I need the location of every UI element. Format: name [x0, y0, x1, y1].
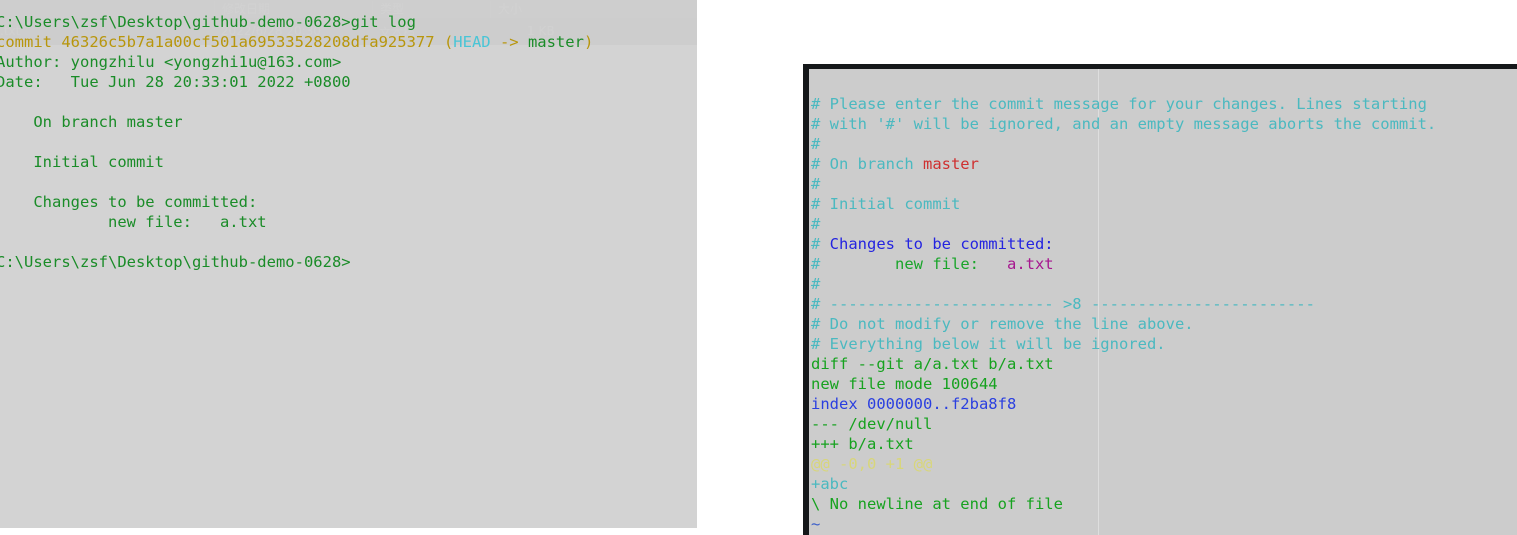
- console-output: C:\Users\zsf\Desktop\github-demo-0628>gi…: [0, 12, 716, 272]
- vim-line-diff-minus-devnull: --- /dev/null: [811, 414, 1517, 434]
- text-segment: ->: [490, 33, 528, 51]
- vim-line-diff-plus-batxt: +++ b/a.txt: [811, 434, 1517, 454]
- text-segment: a.txt: [1006, 255, 1054, 273]
- vim-line-cmt-on-branch: # On branch master: [811, 154, 1517, 174]
- text-segment: # with '#' will be ignored, and an empty…: [811, 115, 1437, 133]
- text-segment: # On branch: [811, 155, 923, 173]
- text-segment: new file: a.txt: [0, 213, 267, 231]
- text-segment: C:\Users\zsf\Desktop\github-demo-0628>: [0, 253, 351, 271]
- vim-line-diff-git: diff --git a/a.txt b/a.txt: [811, 354, 1517, 374]
- text-segment: index 0000000..f2ba8f8: [811, 395, 1017, 413]
- text-segment: On branch master: [0, 113, 183, 131]
- text-segment: new file:: [829, 255, 1007, 273]
- vim-line-cmt-blank-2: #: [811, 174, 1517, 194]
- text-segment: (: [443, 33, 454, 51]
- text-segment: master: [922, 155, 979, 173]
- text-segment: #: [811, 135, 821, 153]
- vim-line-cmt-blank-3: #: [811, 214, 1517, 234]
- vim-line-tilde-1: ~: [811, 514, 1517, 534]
- text-segment: #: [811, 215, 821, 233]
- text-segment: # Everything below it will be ignored.: [811, 335, 1166, 353]
- text-segment: new file mode 100644: [811, 375, 998, 393]
- vim-line-cmt-please-enter: # Please enter the commit message for yo…: [811, 94, 1517, 114]
- text-segment: #: [811, 275, 821, 293]
- vim-buffer-lines: # Please enter the commit message for yo…: [811, 94, 1517, 535]
- vim-line-diff-hunk: @@ -0,0 +1 @@: [811, 454, 1517, 474]
- console-line-blank-3: [0, 172, 716, 192]
- text-segment: ): [583, 33, 594, 51]
- text-segment: Author: yongzhilu <yongzhi1u@163.com>: [0, 53, 342, 71]
- text-segment: +abc: [811, 475, 849, 493]
- text-segment: # Do not modify or remove the line above…: [811, 315, 1194, 333]
- console-line-date-line: Date: Tue Jun 28 20:33:01 2022 +0800: [0, 72, 716, 92]
- console-line-author-line: Author: yongzhilu <yongzhi1u@163.com>: [0, 52, 716, 72]
- console-line-commit-line: commit 46326c5b7a1a00cf501a69533528208df…: [0, 32, 716, 52]
- text-segment: --- /dev/null: [811, 415, 933, 433]
- text-segment: \ No newline at end of file: [811, 495, 1063, 513]
- vim-line-diff-new-file-mode: new file mode 100644: [811, 374, 1517, 394]
- text-segment: C:\Users\zsf\Desktop\github-demo-0628>gi…: [0, 13, 416, 31]
- text-segment: # Initial commit: [811, 195, 961, 213]
- text-segment: [0, 93, 5, 111]
- text-segment: master: [527, 33, 584, 51]
- console-line-blank-1: [0, 92, 716, 112]
- text-segment: Changes to be committed:: [0, 193, 258, 211]
- text-segment: ~: [811, 515, 821, 533]
- console-line-final-prompt-line: C:\Users\zsf\Desktop\github-demo-0628>: [0, 252, 716, 272]
- vim-line-cmt-scissors: # ------------------------ >8 ----------…: [811, 294, 1517, 314]
- console-line-new-file-line: new file: a.txt: [0, 212, 716, 232]
- text-segment: #: [811, 235, 830, 253]
- vim-line-cmt-do-not-modify: # Do not modify or remove the line above…: [811, 314, 1517, 334]
- vim-line-diff-added-abc: +abc: [811, 474, 1517, 494]
- text-segment: Initial commit: [0, 153, 164, 171]
- vim-line-cmt-initial-commit: # Initial commit: [811, 194, 1517, 214]
- vim-line-cmt-blank-4: #: [811, 274, 1517, 294]
- vim-line-diff-index: index 0000000..f2ba8f8: [811, 394, 1517, 414]
- vim-line-cmt-blank-1: #: [811, 134, 1517, 154]
- text-segment: commit 46326c5b7a1a00cf501a69533528208df…: [0, 33, 444, 51]
- vim-line-cmt-ignored: # with '#' will be ignored, and an empty…: [811, 114, 1517, 134]
- text-segment: [0, 133, 5, 151]
- text-segment: Date: Tue Jun 28 20:33:01 2022 +0800: [0, 73, 351, 91]
- vim-commit-message-window[interactable]: # Please enter the commit message for yo…: [803, 64, 1517, 535]
- text-segment: [0, 173, 5, 191]
- text-segment: #: [811, 255, 830, 273]
- vim-line-cmt-everything-below: # Everything below it will be ignored.: [811, 334, 1517, 354]
- text-segment: HEAD: [453, 33, 491, 51]
- vim-line-cmt-changes: # Changes to be committed:: [811, 234, 1517, 254]
- text-segment: diff --git a/a.txt b/a.txt: [811, 355, 1054, 373]
- text-segment: [0, 233, 5, 251]
- vim-line-cmt-new-file: # new file: a.txt: [811, 254, 1517, 274]
- console-line-branch-line: On branch master: [0, 112, 716, 132]
- text-segment: Changes to be committed:: [829, 235, 1054, 253]
- console-line-initial-commit-line: Initial commit: [0, 152, 716, 172]
- text-segment: #: [811, 175, 821, 193]
- console-line-blank-2: [0, 132, 716, 152]
- console-line-blank-4: [0, 232, 716, 252]
- vim-text-area[interactable]: # Please enter the commit message for yo…: [809, 69, 1517, 535]
- console-line-prompt-command-line: C:\Users\zsf\Desktop\github-demo-0628>gi…: [0, 12, 716, 32]
- text-segment: # Please enter the commit message for yo…: [811, 95, 1427, 113]
- command-prompt-window[interactable]: C:\Users\zsf\Desktop\github-demo-0628>gi…: [0, 0, 697, 528]
- text-segment: +++ b/a.txt: [811, 435, 914, 453]
- text-segment: # ------------------------ >8 ----------…: [811, 295, 1315, 313]
- vim-line-diff-no-newline: \ No newline at end of file: [811, 494, 1517, 514]
- console-line-changes-header-line: Changes to be committed:: [0, 192, 716, 212]
- text-segment: @@ -0,0 +1 @@: [811, 455, 933, 473]
